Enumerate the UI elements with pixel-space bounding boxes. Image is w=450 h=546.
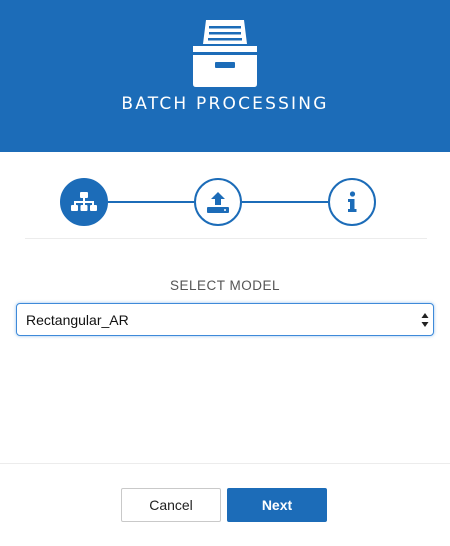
- next-button[interactable]: Next: [227, 488, 327, 522]
- hierarchy-icon: [71, 192, 97, 211]
- model-select[interactable]: Rectangular_AR: [16, 303, 434, 336]
- step-indicator: [0, 152, 450, 240]
- footer-divider: [0, 463, 450, 464]
- archive-box-icon: [193, 20, 257, 87]
- upload-icon: [207, 192, 229, 213]
- cancel-button[interactable]: Cancel: [121, 488, 221, 522]
- page-title: BATCH PROCESSING: [121, 94, 329, 114]
- model-select-value: Rectangular_AR: [26, 312, 129, 328]
- select-model-label: SELECT MODEL: [169, 278, 281, 293]
- info-icon: [348, 191, 357, 212]
- divider: [25, 238, 427, 239]
- step-upload[interactable]: [194, 178, 242, 226]
- header-banner: BATCH PROCESSING: [0, 0, 450, 152]
- step-connector: [108, 201, 194, 203]
- step-info[interactable]: [328, 178, 376, 226]
- step-select-model[interactable]: [60, 178, 108, 226]
- step-connector: [242, 201, 328, 203]
- select-arrows-icon: [421, 313, 429, 327]
